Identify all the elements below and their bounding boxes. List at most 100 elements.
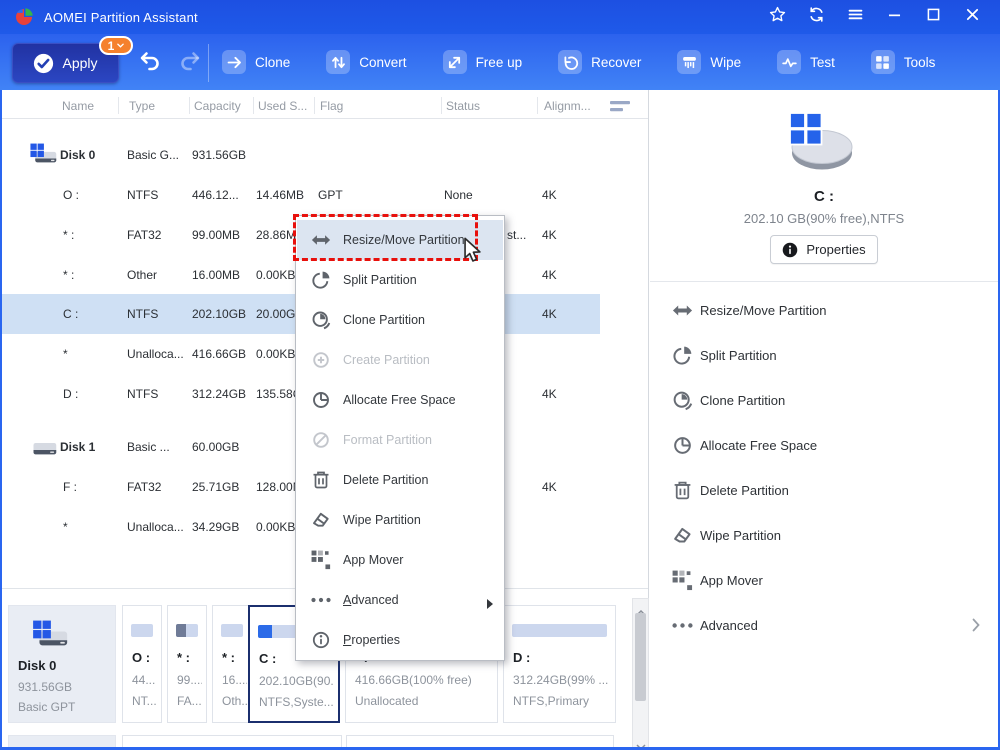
menu-item-wipe-partition[interactable]: Wipe Partition [297, 500, 503, 540]
columns-icon[interactable] [610, 100, 630, 113]
cell-type: Basic ... [127, 440, 170, 454]
badge-chevron-icon [117, 43, 124, 48]
usage-bar-fill [258, 625, 272, 638]
panel-action-label: Advanced [700, 618, 758, 633]
cell-capacity: 60.00GB [192, 440, 239, 454]
toolbar-button-label: Test [810, 55, 835, 70]
usage-bar [512, 624, 607, 637]
menu-item-clone-partition[interactable]: Clone Partition [297, 300, 503, 340]
panel-action-app-mover[interactable]: App Mover [650, 558, 998, 603]
panel-action-advanced[interactable]: Advanced [650, 603, 998, 648]
menu-item-label: Split Partition [343, 273, 417, 287]
panel-action-delete-partition[interactable]: Delete Partition [650, 468, 998, 513]
pending-operations-badge[interactable]: 1 [99, 36, 133, 55]
panel-action-allocate-free-space[interactable]: Allocate Free Space [650, 423, 998, 468]
panel-action-clone-partition[interactable]: Clone Partition [650, 378, 998, 423]
disk-row[interactable]: Disk 0Basic G...931.56GB [2, 135, 648, 175]
partition-card-type: Unallocated [355, 694, 493, 708]
toolbar-separator [208, 44, 209, 82]
menu-item-allocate-free-space[interactable]: Allocate Free Space [297, 380, 503, 420]
cell-name: Disk 1 [60, 440, 95, 454]
cell-type: Other [127, 268, 157, 282]
cell-type: Unalloca... [127, 520, 184, 534]
maximize-icon [925, 6, 942, 28]
minimize-button[interactable] [884, 7, 904, 27]
scroll-up-icon[interactable] [636, 603, 646, 609]
appmover-icon [672, 570, 693, 591]
panel-action-resize-move-partition[interactable]: Resize/Move Partition [650, 288, 998, 333]
partition-card[interactable]: D :312.24GB(99% ...NTFS,Primary [503, 605, 616, 723]
cell-alignment: 4K [542, 268, 557, 282]
column-header-capacity: Capacity [194, 99, 241, 113]
panel-action-label: Delete Partition [700, 483, 789, 498]
menu-item-split-partition[interactable]: Split Partition [297, 260, 503, 300]
partition-card[interactable]: * :16....Oth... [212, 605, 252, 723]
cell-status-fragment: st... [507, 228, 526, 242]
diskmap-scrollbar[interactable] [632, 598, 649, 748]
cell-name: * : [63, 268, 74, 282]
menu-item-label: Delete Partition [343, 473, 428, 487]
column-header-useds: Used S... [258, 99, 307, 113]
close-button[interactable] [962, 7, 982, 27]
panel-action-split-partition[interactable]: Split Partition [650, 333, 998, 378]
cell-used: 0.00KB [256, 520, 295, 534]
cell-alignment: 4K [542, 307, 557, 321]
table-header: NameTypeCapacityUsed S...FlagStatusAlign… [2, 93, 648, 119]
partition-card-size: 99.... [177, 673, 202, 687]
maximize-button[interactable] [923, 7, 943, 27]
menu-item-app-mover[interactable]: App Mover [297, 540, 503, 580]
properties-button[interactable]: Properties [770, 235, 878, 264]
partition-card-type: NT... [132, 694, 157, 708]
partition-card[interactable]: * :99....FA... [167, 605, 207, 723]
ellipsis-icon [672, 615, 693, 636]
resize-icon [311, 230, 331, 250]
cell-type: NTFS [127, 387, 158, 401]
disk-card[interactable]: Disk 0931.56GBBasic GPT [8, 605, 116, 723]
toolbar-button-label: Convert [359, 55, 406, 70]
delete-icon [311, 470, 331, 490]
resize-icon [672, 300, 693, 321]
panel-action-label: Wipe Partition [700, 528, 781, 543]
cell-status: None [444, 188, 473, 202]
clone-icon [311, 310, 331, 330]
split-icon [311, 270, 331, 290]
panel-action-wipe-partition[interactable]: Wipe Partition [650, 513, 998, 558]
partition-card-size: 16.... [222, 673, 247, 687]
column-header-flag: Flag [320, 99, 343, 113]
main-menu-button[interactable] [845, 7, 865, 27]
menu-item-properties[interactable]: Properties [297, 620, 503, 660]
toolbar-button-wipe[interactable]: Wipe [677, 50, 741, 74]
cell-name: C : [63, 307, 78, 321]
menu-item-resize-move-partition[interactable]: Resize/Move Partition [297, 220, 503, 260]
undo-button[interactable] [138, 50, 162, 72]
format-icon [311, 430, 331, 450]
toolbar-button-label: Tools [904, 55, 936, 70]
scroll-down-icon[interactable] [636, 737, 646, 743]
favorite-button[interactable] [767, 7, 787, 27]
partition-card[interactable]: O :44...NT... [122, 605, 162, 723]
redo-button[interactable] [178, 50, 202, 72]
menu-item-label: Resize/Move Partition [343, 233, 465, 247]
partition-card-type: NTFS,Syste... [259, 695, 334, 709]
cell-capacity: 416.66GB [192, 347, 246, 361]
column-header-name: Name [62, 99, 94, 113]
partition-row[interactable]: O :NTFS446.12...14.46MBGPTNone4K [2, 175, 648, 215]
toolbar-button-tools[interactable]: Tools [871, 50, 936, 74]
menu-item-delete-partition[interactable]: Delete Partition [297, 460, 503, 500]
toolbar-button-test[interactable]: Test [777, 50, 835, 74]
toolbar-button-convert[interactable]: Convert [326, 50, 406, 74]
cell-type: FAT32 [127, 480, 161, 494]
cell-capacity: 931.56GB [192, 148, 246, 162]
minimize-icon [886, 6, 903, 28]
menu-item-advanced[interactable]: Advanced [297, 580, 503, 620]
refresh-button[interactable] [806, 7, 826, 27]
cell-used: 0.00KB [256, 347, 295, 361]
wipe-icon [311, 510, 331, 530]
panel-action-label: Allocate Free Space [700, 438, 817, 453]
disk-card-size: 931.56GB [18, 680, 111, 694]
toolbar-button-free-up[interactable]: Free up [443, 50, 523, 74]
scrollbar-thumb[interactable] [635, 613, 646, 701]
toolbar-button-recover[interactable]: Recover [558, 50, 641, 74]
apply-check-icon [33, 53, 54, 74]
toolbar-button-clone[interactable]: Clone [222, 50, 290, 74]
